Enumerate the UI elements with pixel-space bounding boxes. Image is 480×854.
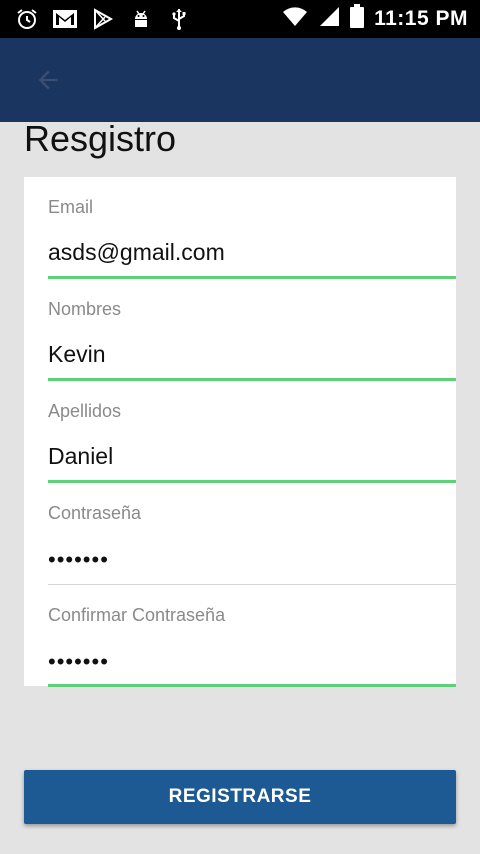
nombres-label: Nombres [48, 299, 122, 319]
register-button[interactable]: REGISTRARSE [24, 770, 456, 824]
back-button[interactable] [28, 62, 68, 102]
apellidos-field[interactable]: Apellidos Daniel [48, 381, 456, 483]
battery-icon [350, 4, 365, 33]
email-field[interactable]: Email asds@gmail.com [48, 177, 456, 279]
confirm-password-field[interactable]: Confirmar Contraseña ••••••• [48, 585, 456, 687]
status-right: 11:15 PM [282, 4, 468, 33]
status-time: 11:15 PM [374, 6, 468, 30]
email-label: Email [48, 197, 94, 217]
page-title: Resgistro [24, 118, 177, 159]
apellidos-label: Apellidos [48, 401, 122, 421]
status-bar: 11:15 PM [0, 0, 480, 38]
gmail-icon [52, 6, 78, 32]
password-input[interactable]: ••••••• [48, 547, 109, 573]
confirm-password-label: Confirmar Contraseña [48, 605, 226, 625]
signal-icon [318, 5, 340, 32]
confirm-password-underline [48, 684, 456, 687]
wifi-icon [282, 5, 308, 32]
play-store-icon [90, 6, 116, 32]
nombres-input[interactable]: Kevin [48, 341, 106, 368]
nombres-field[interactable]: Nombres Kevin [48, 279, 456, 381]
status-left-icons [14, 6, 192, 32]
android-icon [128, 6, 154, 32]
email-input[interactable]: asds@gmail.com [48, 239, 225, 266]
apellidos-input[interactable]: Daniel [48, 443, 113, 470]
app-bar [0, 38, 480, 122]
registration-form: Email asds@gmail.com Nombres Kevin Apell… [24, 177, 456, 687]
alarm-icon [14, 6, 40, 32]
password-field[interactable]: Contraseña ••••••• [48, 483, 456, 585]
usb-icon [166, 6, 192, 32]
password-label: Contraseña [48, 503, 142, 523]
arrow-back-icon [34, 66, 62, 99]
confirm-password-input[interactable]: ••••••• [48, 649, 109, 675]
